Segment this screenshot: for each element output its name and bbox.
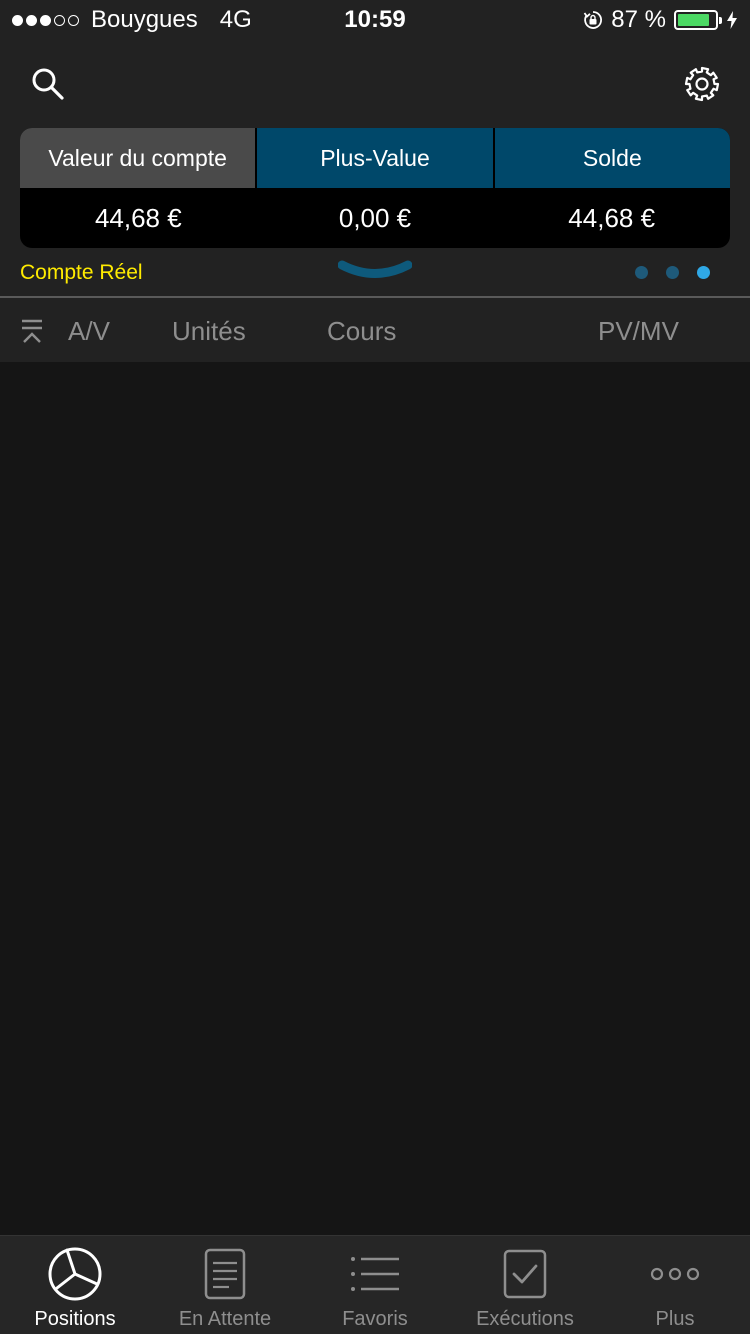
account-summary-card: Valeur du compte Plus-Value Solde 44,68 …	[20, 128, 730, 248]
column-units[interactable]: Unités	[172, 316, 246, 347]
tab-label: En Attente	[178, 1308, 272, 1330]
battery-fill	[678, 14, 710, 26]
summary-tab-account-value[interactable]: Valeur du compte	[20, 128, 256, 188]
gear-outline	[684, 66, 720, 102]
header-toolbar	[0, 60, 750, 110]
tab-positions[interactable]: Positions	[0, 1236, 150, 1334]
tab-more[interactable]: Plus	[600, 1236, 750, 1334]
page-dot[interactable]	[635, 266, 648, 279]
balance-value: 44,68 €	[568, 202, 656, 233]
pie-chart-icon	[48, 1247, 102, 1301]
gear-hub	[695, 77, 709, 91]
summary-values: 44,68 € 0,00 € 44,68 €	[20, 188, 730, 248]
collapse-all-icon[interactable]	[20, 318, 44, 344]
page-dot[interactable]	[666, 266, 679, 279]
chevron-down-icon[interactable]	[338, 260, 412, 286]
battery-icon	[674, 10, 722, 30]
summary-headers: Valeur du compte Plus-Value Solde	[20, 128, 730, 188]
tab-label: Plus	[655, 1308, 695, 1330]
tab-label: Positions	[34, 1308, 116, 1330]
charging-bolt-icon	[727, 11, 737, 29]
positions-column-header: A/V Unités Cours PV/MV	[0, 298, 750, 362]
account-type-label: Compte Réel	[20, 261, 143, 284]
summary-tab-balance[interactable]: Solde	[494, 128, 730, 188]
app-screen: Bouygues 4G 10:59 87 % Valeur du compte …	[0, 0, 750, 1334]
rotation-lock-icon	[584, 11, 603, 29]
column-buy-sell[interactable]: A/V	[68, 316, 110, 347]
tab-pending[interactable]: En Attente	[150, 1236, 300, 1334]
top-panel: Bouygues 4G 10:59 87 % Valeur du compte …	[0, 0, 750, 298]
more-icon	[650, 1267, 700, 1281]
status-right: 87 %	[583, 6, 738, 34]
gear-icon[interactable]	[682, 64, 722, 104]
battery-percent: 87 %	[611, 6, 666, 33]
search-icon[interactable]	[28, 64, 68, 104]
tab-label: Favoris	[342, 1308, 408, 1330]
capital-gain-value: 0,00 €	[338, 202, 412, 233]
page-dot-active[interactable]	[697, 266, 710, 279]
checkbox-icon	[503, 1249, 547, 1299]
tab-label: Exécutions	[476, 1308, 574, 1330]
document-icon	[204, 1248, 246, 1300]
summary-tab-capital-gain[interactable]: Plus-Value	[257, 128, 493, 188]
page-indicator	[635, 266, 710, 279]
column-price[interactable]: Cours	[327, 316, 396, 347]
account-value: 44,68 €	[94, 202, 182, 233]
tab-executions[interactable]: Exécutions	[450, 1236, 600, 1334]
bottom-tab-bar: Positions En Attente Favoris Exécutions …	[0, 1235, 750, 1334]
column-pnl[interactable]: PV/MV	[598, 316, 679, 347]
positions-list	[0, 362, 750, 1236]
list-icon	[351, 1257, 399, 1291]
status-bar: Bouygues 4G 10:59 87 %	[0, 0, 750, 40]
account-row: Compte Réel	[20, 258, 730, 290]
tab-favorites[interactable]: Favoris	[300, 1236, 450, 1334]
